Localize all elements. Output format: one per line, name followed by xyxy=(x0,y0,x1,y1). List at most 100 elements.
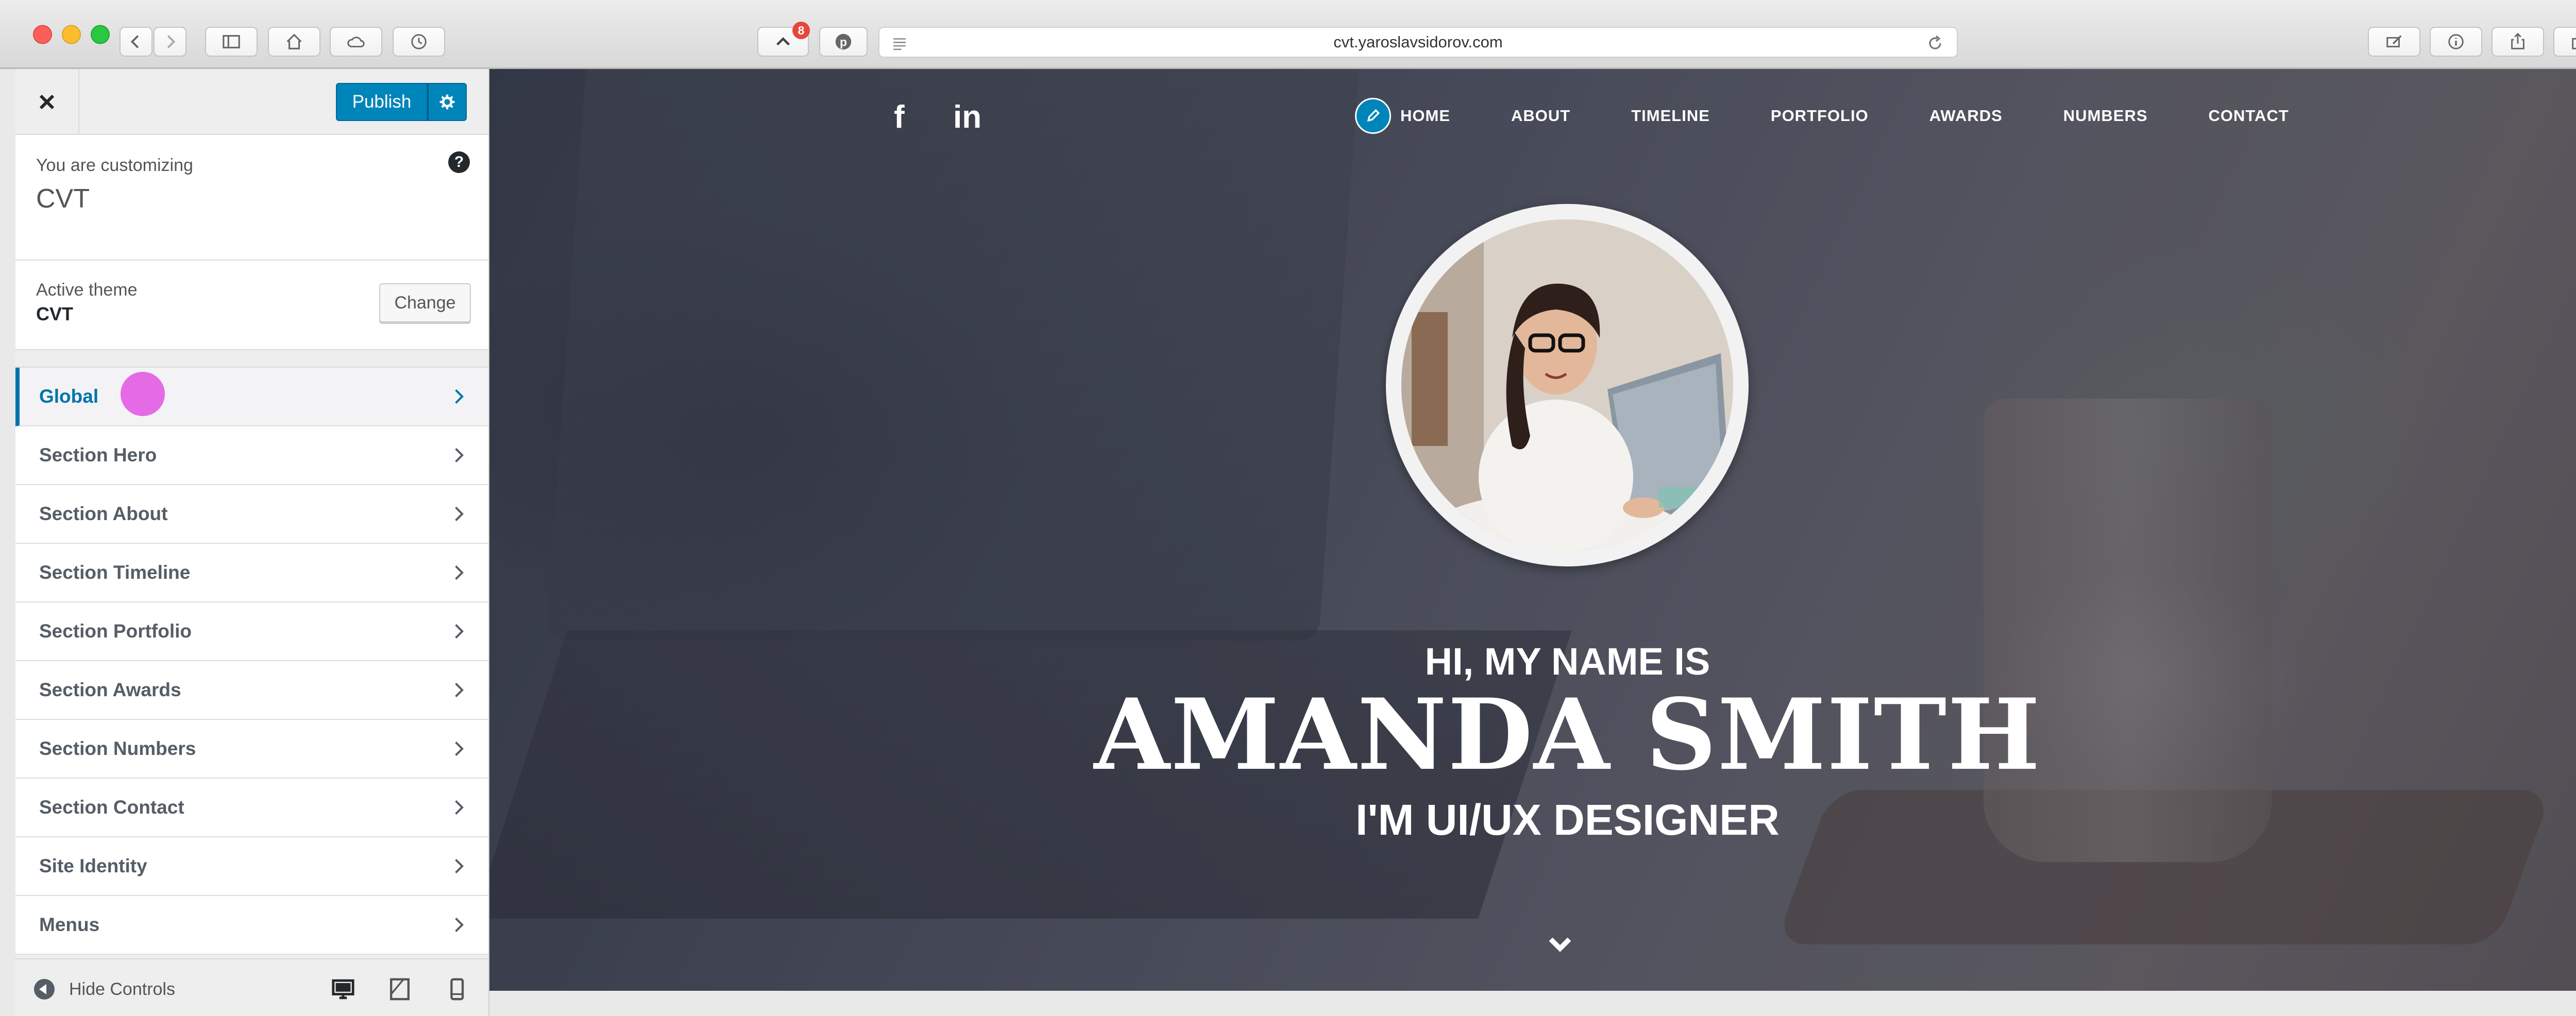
history-button[interactable] xyxy=(393,27,445,57)
svg-text:p: p xyxy=(840,36,847,49)
section-item-section-timeline[interactable]: Section Timeline xyxy=(15,544,488,602)
section-item-label: Section Timeline xyxy=(39,562,191,583)
chevron-right-icon xyxy=(455,506,464,522)
share-button[interactable] xyxy=(2492,27,2544,57)
site-preview: f in HOME ABOUT TIMELINE PORTFOLIO AWARD… xyxy=(489,69,2576,991)
chevron-right-icon xyxy=(455,447,464,463)
nav-home[interactable]: HOME xyxy=(1400,107,1450,125)
tabs-overview-button[interactable] xyxy=(2553,27,2576,57)
chevron-right-icon xyxy=(455,917,464,933)
hero-name: AMANDA SMITH xyxy=(1094,677,2041,792)
hero-role: I'M UI/UX DESIGNER xyxy=(1355,796,1780,844)
section-item-menus[interactable]: Menus xyxy=(15,896,488,955)
chevron-right-icon xyxy=(167,35,176,48)
sidebar-toggle-button[interactable] xyxy=(205,27,258,57)
section-item-site-identity[interactable]: Site Identity xyxy=(15,837,488,896)
chevron-right-icon xyxy=(455,624,464,639)
minimize-window-button[interactable] xyxy=(62,25,81,44)
forward-button[interactable] xyxy=(154,27,187,57)
chevron-right-icon xyxy=(455,682,464,698)
chevron-right-icon xyxy=(455,741,464,756)
pinterest-icon: p xyxy=(835,33,852,50)
change-theme-button[interactable]: Change xyxy=(379,283,471,322)
section-item-section-about[interactable]: Section About xyxy=(15,485,488,544)
main-nav: HOME ABOUT TIMELINE PORTFOLIO AWARDS NUM… xyxy=(1355,98,2289,134)
avatar xyxy=(1401,219,1733,551)
tablet-preview-icon[interactable] xyxy=(387,977,412,1002)
section-item-section-portfolio[interactable]: Section Portfolio xyxy=(15,602,488,661)
icloud-tabs-button[interactable] xyxy=(330,27,382,57)
close-window-button[interactable] xyxy=(33,25,52,44)
chevron-left-icon xyxy=(130,35,139,48)
section-item-section-numbers[interactable]: Section Numbers xyxy=(15,720,488,779)
nav-contact[interactable]: CONTACT xyxy=(2209,107,2289,125)
chevron-right-icon xyxy=(455,565,464,580)
section-item-label: Section Numbers xyxy=(39,738,196,759)
site-title: CVT xyxy=(36,184,90,214)
section-item-label: Site Identity xyxy=(39,855,147,876)
share-icon xyxy=(2511,32,2524,49)
active-theme-name: CVT xyxy=(36,303,73,324)
section-item-label: Global xyxy=(39,386,99,407)
hide-controls-label: Hide Controls xyxy=(69,979,175,999)
cloud-icon xyxy=(347,37,365,47)
section-item-section-awards[interactable]: Section Awards xyxy=(15,661,488,720)
nav-timeline[interactable]: TIMELINE xyxy=(1631,107,1710,125)
nav-numbers[interactable]: NUMBERS xyxy=(2063,107,2148,125)
help-icon[interactable]: ? xyxy=(448,151,470,173)
info-icon xyxy=(2448,34,2464,49)
home-icon xyxy=(286,33,302,49)
address-bar[interactable]: cvt.yaroslavsidorov.com xyxy=(878,27,1958,58)
pencil-icon xyxy=(1367,109,1380,122)
edit-shortcut-icon[interactable] xyxy=(1355,98,1391,134)
hide-controls-button[interactable]: Hide Controls xyxy=(34,979,175,1000)
chevron-right-icon xyxy=(455,858,464,874)
browser-toolbar: 8 p cvt.yaroslavsidorov.com xyxy=(0,0,2576,69)
scroll-down-icon[interactable] xyxy=(1545,928,1575,959)
sidebar-icon xyxy=(223,35,240,48)
reader-icon[interactable] xyxy=(891,35,908,52)
annotate-button[interactable] xyxy=(2368,27,2420,57)
close-customizer-button[interactable] xyxy=(15,69,79,135)
linkedin-icon[interactable]: in xyxy=(953,99,981,135)
tabs-icon xyxy=(2572,34,2576,49)
nav-portfolio[interactable]: PORTFOLIO xyxy=(1771,107,1869,125)
section-item-label: Section Hero xyxy=(39,444,157,466)
info-button[interactable] xyxy=(2430,27,2482,57)
section-item-label: Section About xyxy=(39,503,168,524)
url-text: cvt.yaroslavsidorov.com xyxy=(1333,33,1503,51)
active-theme-label: Active theme xyxy=(36,280,138,300)
back-button[interactable] xyxy=(120,27,152,57)
section-item-label: Section Contact xyxy=(39,797,184,818)
gear-icon xyxy=(439,94,455,110)
cursor-indicator xyxy=(121,372,165,416)
notification-badge: 8 xyxy=(792,22,810,39)
customizing-label: You are customizing xyxy=(36,156,193,175)
chevron-right-icon xyxy=(455,389,464,404)
collapse-icon xyxy=(34,979,55,1000)
section-item-label: Menus xyxy=(39,914,100,935)
pinterest-button[interactable]: p xyxy=(819,27,868,57)
mobile-preview-icon[interactable] xyxy=(444,977,469,1002)
section-item-label: Section Portfolio xyxy=(39,621,192,642)
nav-awards[interactable]: AWARDS xyxy=(1929,107,2003,125)
profile-photo xyxy=(1401,219,1733,551)
zoom-window-button[interactable] xyxy=(91,25,110,44)
facebook-icon[interactable]: f xyxy=(894,99,905,135)
section-item-section-hero[interactable]: Section Hero xyxy=(15,426,488,485)
customizer-sections-list: Global Section Hero Section About Section T… xyxy=(15,367,488,955)
customizer-header: Publish xyxy=(15,69,488,135)
chevron-right-icon xyxy=(455,800,464,815)
section-item-section-contact[interactable]: Section Contact xyxy=(15,779,488,837)
publish-settings-button[interactable] xyxy=(428,83,467,121)
pen-icon xyxy=(2386,35,2402,47)
section-item-global[interactable]: Global xyxy=(15,368,488,426)
clock-icon xyxy=(411,34,427,49)
home-button[interactable] xyxy=(268,27,320,57)
close-icon xyxy=(39,94,55,110)
chevron-up-icon xyxy=(776,37,790,46)
publish-button[interactable]: Publish xyxy=(336,83,428,121)
reload-icon[interactable] xyxy=(1925,33,1945,54)
desktop-preview-icon[interactable] xyxy=(331,977,355,1002)
nav-about[interactable]: ABOUT xyxy=(1511,107,1570,125)
